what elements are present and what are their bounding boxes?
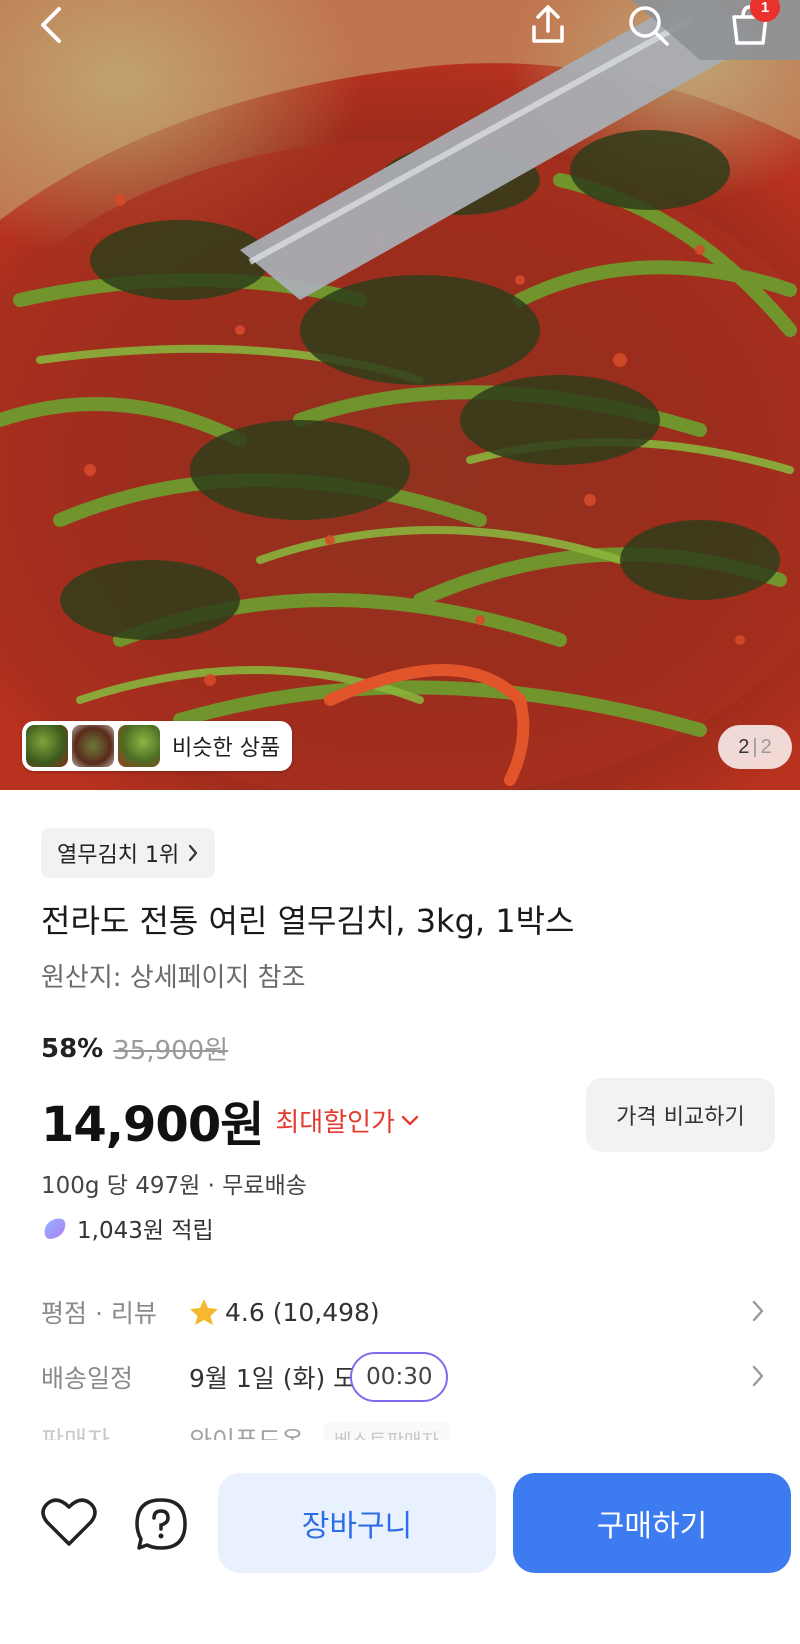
chevron-left-icon xyxy=(41,7,61,43)
star-icon xyxy=(190,1299,218,1325)
cart-icon-button[interactable]: 1 xyxy=(720,0,780,50)
reward-points-row: 1,043원 적립 xyxy=(41,1211,214,1245)
price-compare-button[interactable]: 가격 비교하기 xyxy=(586,1078,775,1152)
product-detail-page: 1 비슷한 상품 2 | 2 열무김치 1위 전라도 전통 여린 열무김치, 3… xyxy=(0,0,800,1644)
share-button[interactable] xyxy=(518,0,578,50)
similar-products-chip[interactable]: 비슷한 상품 xyxy=(22,721,293,771)
similar-products-label: 비슷한 상품 xyxy=(172,736,281,761)
rank-label: 열무김치 1위 xyxy=(57,843,180,868)
reward-points-text: 1,043원 적립 xyxy=(77,1218,214,1244)
delivery-schedule-row[interactable]: 배송일정 9월 1일 (화) 도 00:30 xyxy=(41,1352,769,1402)
category-rank-chip[interactable]: 열무김치 1위 xyxy=(41,828,216,878)
chevron-down-icon xyxy=(401,1115,419,1126)
max-discount-toggle[interactable]: 최대할인가 xyxy=(275,1102,419,1139)
chevron-right-icon xyxy=(189,844,198,862)
question-bubble-icon xyxy=(135,1498,187,1550)
max-discount-label: 최대할인가 xyxy=(275,1107,395,1138)
wishlist-button[interactable] xyxy=(40,1495,98,1549)
delivery-label: 배송일정 xyxy=(41,1364,134,1393)
page-separator: | xyxy=(752,735,758,758)
rating-review-row[interactable]: 평점 · 리뷰 4.6 (10,498) xyxy=(41,1289,769,1335)
product-title: 전라도 전통 여린 열무김치, 3kg, 1박스 xyxy=(41,902,575,940)
buy-now-button[interactable]: 구매하기 xyxy=(513,1473,791,1573)
discount-rate: 58% xyxy=(41,1033,104,1064)
product-image[interactable]: 1 비슷한 상품 2 | 2 xyxy=(0,0,800,790)
delivery-value-group: 9월 1일 (화) 도 00:30 xyxy=(189,1352,449,1402)
similar-thumbnail xyxy=(118,725,160,767)
delivery-countdown-timer: 00:30 xyxy=(350,1352,449,1402)
rating-value-group: 4.6 (10,498) xyxy=(189,1298,380,1327)
image-page-counter: 2 | 2 xyxy=(718,725,792,769)
product-origin: 원산지: 상세페이지 참조 xyxy=(41,963,306,993)
inquiry-button[interactable] xyxy=(132,1495,190,1553)
similar-thumbnail xyxy=(72,725,114,767)
share-icon xyxy=(532,5,564,43)
similar-thumbnail xyxy=(26,725,68,767)
original-price: 35,900원 xyxy=(113,1036,229,1066)
search-button[interactable] xyxy=(618,0,678,50)
chevron-right-icon xyxy=(752,1300,764,1322)
delivery-date: 9월 1일 (화) 도 xyxy=(189,1364,357,1393)
discount-row: 58% 35,900원 xyxy=(41,1030,228,1067)
add-to-cart-button[interactable]: 장바구니 xyxy=(218,1473,496,1573)
chevron-right-icon xyxy=(752,1365,764,1387)
back-button[interactable] xyxy=(22,0,82,50)
heart-icon xyxy=(41,1498,97,1546)
unit-price-shipping: 100g 당 497원 · 무료배송 xyxy=(41,1173,307,1199)
price-row: 14,900원 최대할인가 xyxy=(41,1085,419,1155)
total-pages: 2 xyxy=(760,735,772,758)
reward-points-icon xyxy=(44,1218,66,1239)
sale-price: 14,900원 xyxy=(41,1097,264,1153)
current-page: 2 xyxy=(738,735,750,758)
bottom-action-bar: 장바구니 구매하기 xyxy=(0,1440,800,1644)
search-icon xyxy=(629,6,669,46)
rating-value: 4.6 (10,498) xyxy=(225,1297,380,1327)
rating-label: 평점 · 리뷰 xyxy=(41,1299,157,1328)
kimchi-photo xyxy=(0,0,800,790)
